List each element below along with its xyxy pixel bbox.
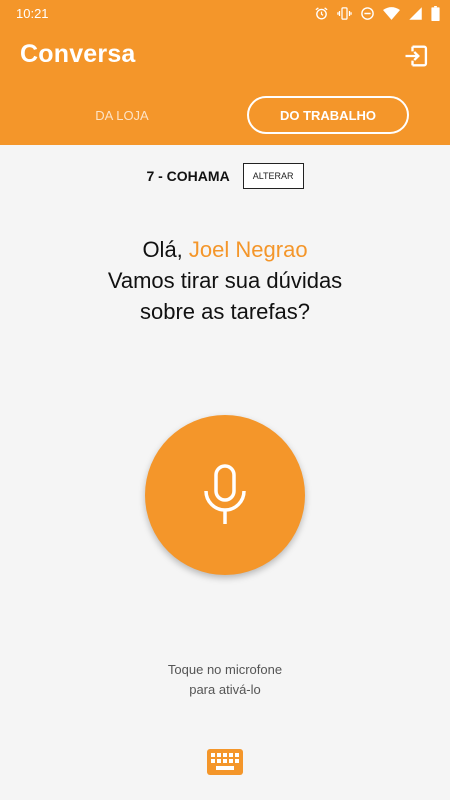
status-icons — [314, 5, 440, 21]
signal-icon — [409, 6, 422, 20]
store-name: 7 - COHAMA — [146, 168, 230, 184]
hint-line-2: para ativá-lo — [189, 682, 261, 697]
status-bar: 10:21 — [0, 0, 450, 26]
page-title: Conversa — [20, 40, 136, 68]
logout-icon — [405, 45, 428, 67]
microphone-icon — [204, 464, 246, 524]
hint-line-1: Toque no microfone — [167, 662, 283, 677]
battery-icon — [431, 5, 440, 21]
keyboard-icon — [207, 749, 243, 775]
app-bar: Conversa DA LOJA DO TRABALHO — [0, 26, 450, 145]
greeting-line-1: Olá, Joel Negrao — [0, 234, 450, 265]
greeting-line-2: Vamos tirar sua dúvidas — [107, 268, 343, 293]
greeting-line-3: sobre as tarefas? — [140, 299, 310, 324]
user-name: Joel Negrao — [188, 237, 308, 262]
tab-do-trabalho[interactable]: DO TRABALHO — [247, 96, 409, 134]
store-selector: 7 - COHAMA ALTERAR — [0, 162, 450, 190]
wifi-icon — [383, 6, 400, 20]
microphone-hint: Toque no microfone para ativá-lo — [0, 660, 450, 700]
change-store-button[interactable]: ALTERAR — [242, 163, 304, 189]
alarm-icon — [315, 6, 328, 19]
greeting-prefix: Olá, — [142, 237, 183, 262]
greeting-message: Olá, Joel Negrao Vamos tirar sua dúvidas… — [0, 234, 450, 327]
microphone-button[interactable] — [145, 415, 305, 575]
status-time: 10:21 — [16, 5, 49, 21]
vibrate-icon — [337, 6, 352, 20]
tab-da-loja[interactable]: DA LOJA — [52, 96, 192, 134]
do-not-disturb-icon — [361, 6, 374, 20]
logout-button[interactable] — [400, 40, 432, 72]
keyboard-button[interactable] — [206, 748, 244, 776]
